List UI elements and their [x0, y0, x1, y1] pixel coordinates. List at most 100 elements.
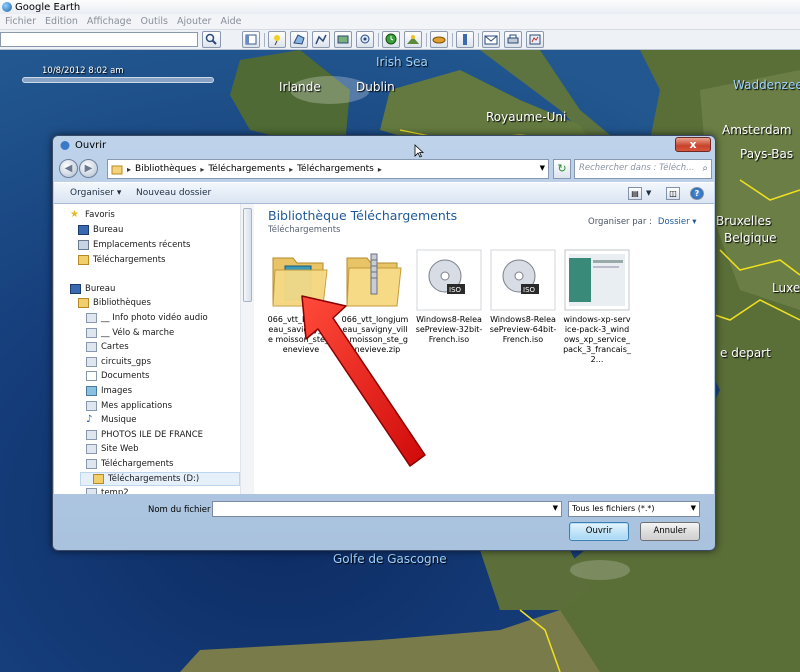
file-item-iso-32[interactable]: ISO Windows8-ReleasePreview-32bit-French…	[415, 248, 483, 358]
maps-button[interactable]	[526, 31, 544, 48]
breadcrumb-item-telechargements-2[interactable]: Téléchargements	[297, 164, 374, 174]
chevron-down-icon[interactable]: ▼	[553, 504, 558, 512]
tree-item-musique[interactable]: ♪ Musique	[86, 414, 137, 426]
menu-ajouter[interactable]: Ajouter	[177, 16, 211, 27]
refresh-button[interactable]: ↻	[553, 159, 571, 179]
filename-input[interactable]: ▼	[212, 501, 562, 517]
zip-folder-icon	[346, 253, 402, 307]
app-titlebar: Google Earth	[0, 0, 800, 14]
history-button[interactable]	[382, 31, 400, 48]
time-slider-track[interactable]	[22, 77, 214, 83]
chevron-down-icon[interactable]: ▼	[691, 504, 696, 512]
google-earth-icon	[2, 2, 12, 12]
scrollbar-thumb[interactable]	[243, 208, 252, 302]
email-button[interactable]	[482, 31, 500, 48]
placemark-button[interactable]	[268, 31, 286, 48]
search-input[interactable]	[0, 32, 198, 47]
arrange-by-dropdown[interactable]: Dossier ▾	[658, 217, 697, 227]
file-name: Windows8-ReleasePreview-64bit-French.iso	[489, 315, 557, 344]
iso-disc-icon: ISO	[490, 249, 556, 311]
file-name: 066_vtt_longjumeau_savigny_ville moisson…	[341, 315, 409, 354]
tree-item-telechargements[interactable]: Téléchargements	[78, 255, 165, 265]
menu-outils[interactable]: Outils	[141, 16, 168, 27]
back-arrow-icon: ◀	[64, 163, 73, 174]
view-dropdown-icon[interactable]: ▼	[646, 189, 651, 197]
record-tour-icon	[360, 34, 370, 44]
map-label-irish-sea: Irish Sea	[376, 55, 428, 69]
dialog-titlebar: Ouvrir	[59, 140, 106, 151]
planet-button[interactable]	[430, 31, 448, 48]
tree-item-favoris[interactable]: ★ Favoris	[70, 210, 115, 221]
file-list-pane[interactable]: Bibliothèque Téléchargements Téléchargem…	[257, 204, 714, 494]
tree-item-documents[interactable]: Documents	[86, 371, 149, 381]
image-overlay-button[interactable]	[334, 31, 352, 48]
file-item-xp-sp3[interactable]: windows-xp-service-pack-3_windows_xp_ser…	[563, 248, 631, 364]
menubar: Fichier Edition Affichage Outils Ajouter…	[0, 14, 800, 30]
nav-scrollbar[interactable]	[240, 204, 254, 494]
sidebar-toggle-button[interactable]	[242, 31, 260, 48]
tree-item-mes-applications[interactable]: Mes applications	[86, 401, 172, 411]
tree-item-circuits-gps[interactable]: circuits_gps	[86, 357, 151, 367]
time-slider[interactable]: 10/8/2012 8:02 am	[20, 64, 220, 86]
organize-button[interactable]: Organiser ▾	[70, 188, 121, 198]
breadcrumb-item-bibliotheques[interactable]: Bibliothèques	[135, 164, 196, 174]
map-label-depart: e depart	[720, 346, 771, 360]
file-item-zip[interactable]: 066_vtt_longjumeau_savigny_ville moisson…	[341, 248, 409, 358]
help-icon: ?	[694, 189, 700, 198]
music-icon: ♪	[86, 414, 93, 425]
navigation-pane[interactable]: ★ Favoris Bureau Emplacements récents Tél…	[54, 204, 254, 494]
map-label-royaume-uni: Royaume-Uni	[486, 110, 567, 124]
ruler-button[interactable]	[456, 31, 474, 48]
file-type-value: Tous les fichiers (*.*)	[572, 504, 655, 513]
menu-fichier[interactable]: Fichier	[5, 16, 36, 27]
tree-item-images[interactable]: Images	[86, 386, 132, 396]
file-item-iso-64[interactable]: ISO Windows8-ReleasePreview-64bit-French…	[489, 248, 557, 358]
tree-item-telechargements-lib[interactable]: Téléchargements	[86, 459, 173, 469]
tree-item-info-photo[interactable]: __ Info photo vidéo audio	[86, 313, 208, 323]
tree-item-telechargements-d[interactable]: Téléchargements (D:)	[80, 472, 240, 486]
tree-item-site-web[interactable]: Site Web	[86, 444, 139, 454]
tree-item-emplacements-recents[interactable]: Emplacements récents	[78, 240, 190, 250]
search-icon: ⌕	[702, 163, 708, 174]
view-options-button[interactable]: ▤	[628, 187, 642, 200]
help-button[interactable]: ?	[690, 187, 704, 200]
print-button[interactable]	[504, 31, 522, 48]
breadcrumb-separator: ▸	[289, 164, 294, 174]
library-icon	[78, 298, 89, 308]
breadcrumb[interactable]: ▸ Bibliothèques ▸ Téléchargements ▸ Télé…	[107, 159, 549, 179]
tree-item-bibliotheques[interactable]: Bibliothèques	[78, 298, 151, 308]
tree-item-cartes[interactable]: Cartes	[86, 342, 129, 352]
close-button[interactable]: x	[675, 137, 711, 152]
menu-edition[interactable]: Edition	[45, 16, 78, 27]
tree-item-bureau-root[interactable]: Bureau	[70, 284, 115, 294]
tree-item-bureau[interactable]: Bureau	[78, 225, 123, 235]
printer-icon	[507, 34, 519, 44]
file-type-filter[interactable]: Tous les fichiers (*.*) ▼	[568, 501, 700, 517]
forward-button[interactable]: ▶	[79, 159, 98, 178]
cancel-button[interactable]: Annuler	[640, 522, 700, 541]
file-name: Windows8-ReleasePreview-32bit-French.iso	[415, 315, 483, 344]
polygon-button[interactable]	[290, 31, 308, 48]
date-readout: 10/8/2012 8:02 am	[42, 66, 124, 76]
map-label-amsterdam: Amsterdam	[722, 123, 792, 137]
search-input[interactable]: Rechercher dans : Téléchargements ⌕	[574, 159, 712, 179]
menu-affichage[interactable]: Affichage	[87, 16, 132, 27]
open-button[interactable]: Ouvrir	[569, 522, 629, 541]
path-button[interactable]	[312, 31, 330, 48]
chevron-down-icon[interactable]: ▼	[540, 164, 545, 172]
file-item-folder[interactable]: 066_vtt_longjumeau_savigny_ville moisson…	[267, 248, 335, 358]
breadcrumb-item-telechargements[interactable]: Téléchargements	[208, 164, 285, 174]
search-button[interactable]	[202, 31, 221, 48]
ruler-icon	[463, 34, 467, 45]
tree-item-photos-ile-de-france[interactable]: PHOTOS ILE DE FRANCE	[86, 430, 203, 440]
new-folder-button[interactable]: Nouveau dossier	[136, 188, 211, 198]
overlay-icon	[337, 35, 349, 44]
tour-button[interactable]	[356, 31, 374, 48]
menu-aide[interactable]: Aide	[220, 16, 241, 27]
sunlight-button[interactable]	[404, 31, 422, 48]
back-button[interactable]: ◀	[59, 159, 78, 178]
tree-item-velo[interactable]: __ Vélo & marche	[86, 328, 174, 338]
preview-pane-button[interactable]: ◫	[666, 187, 680, 200]
folder-icon	[86, 313, 97, 323]
command-bar: Organiser ▾ Nouveau dossier ▤ ▼ ◫ ?	[54, 182, 714, 204]
